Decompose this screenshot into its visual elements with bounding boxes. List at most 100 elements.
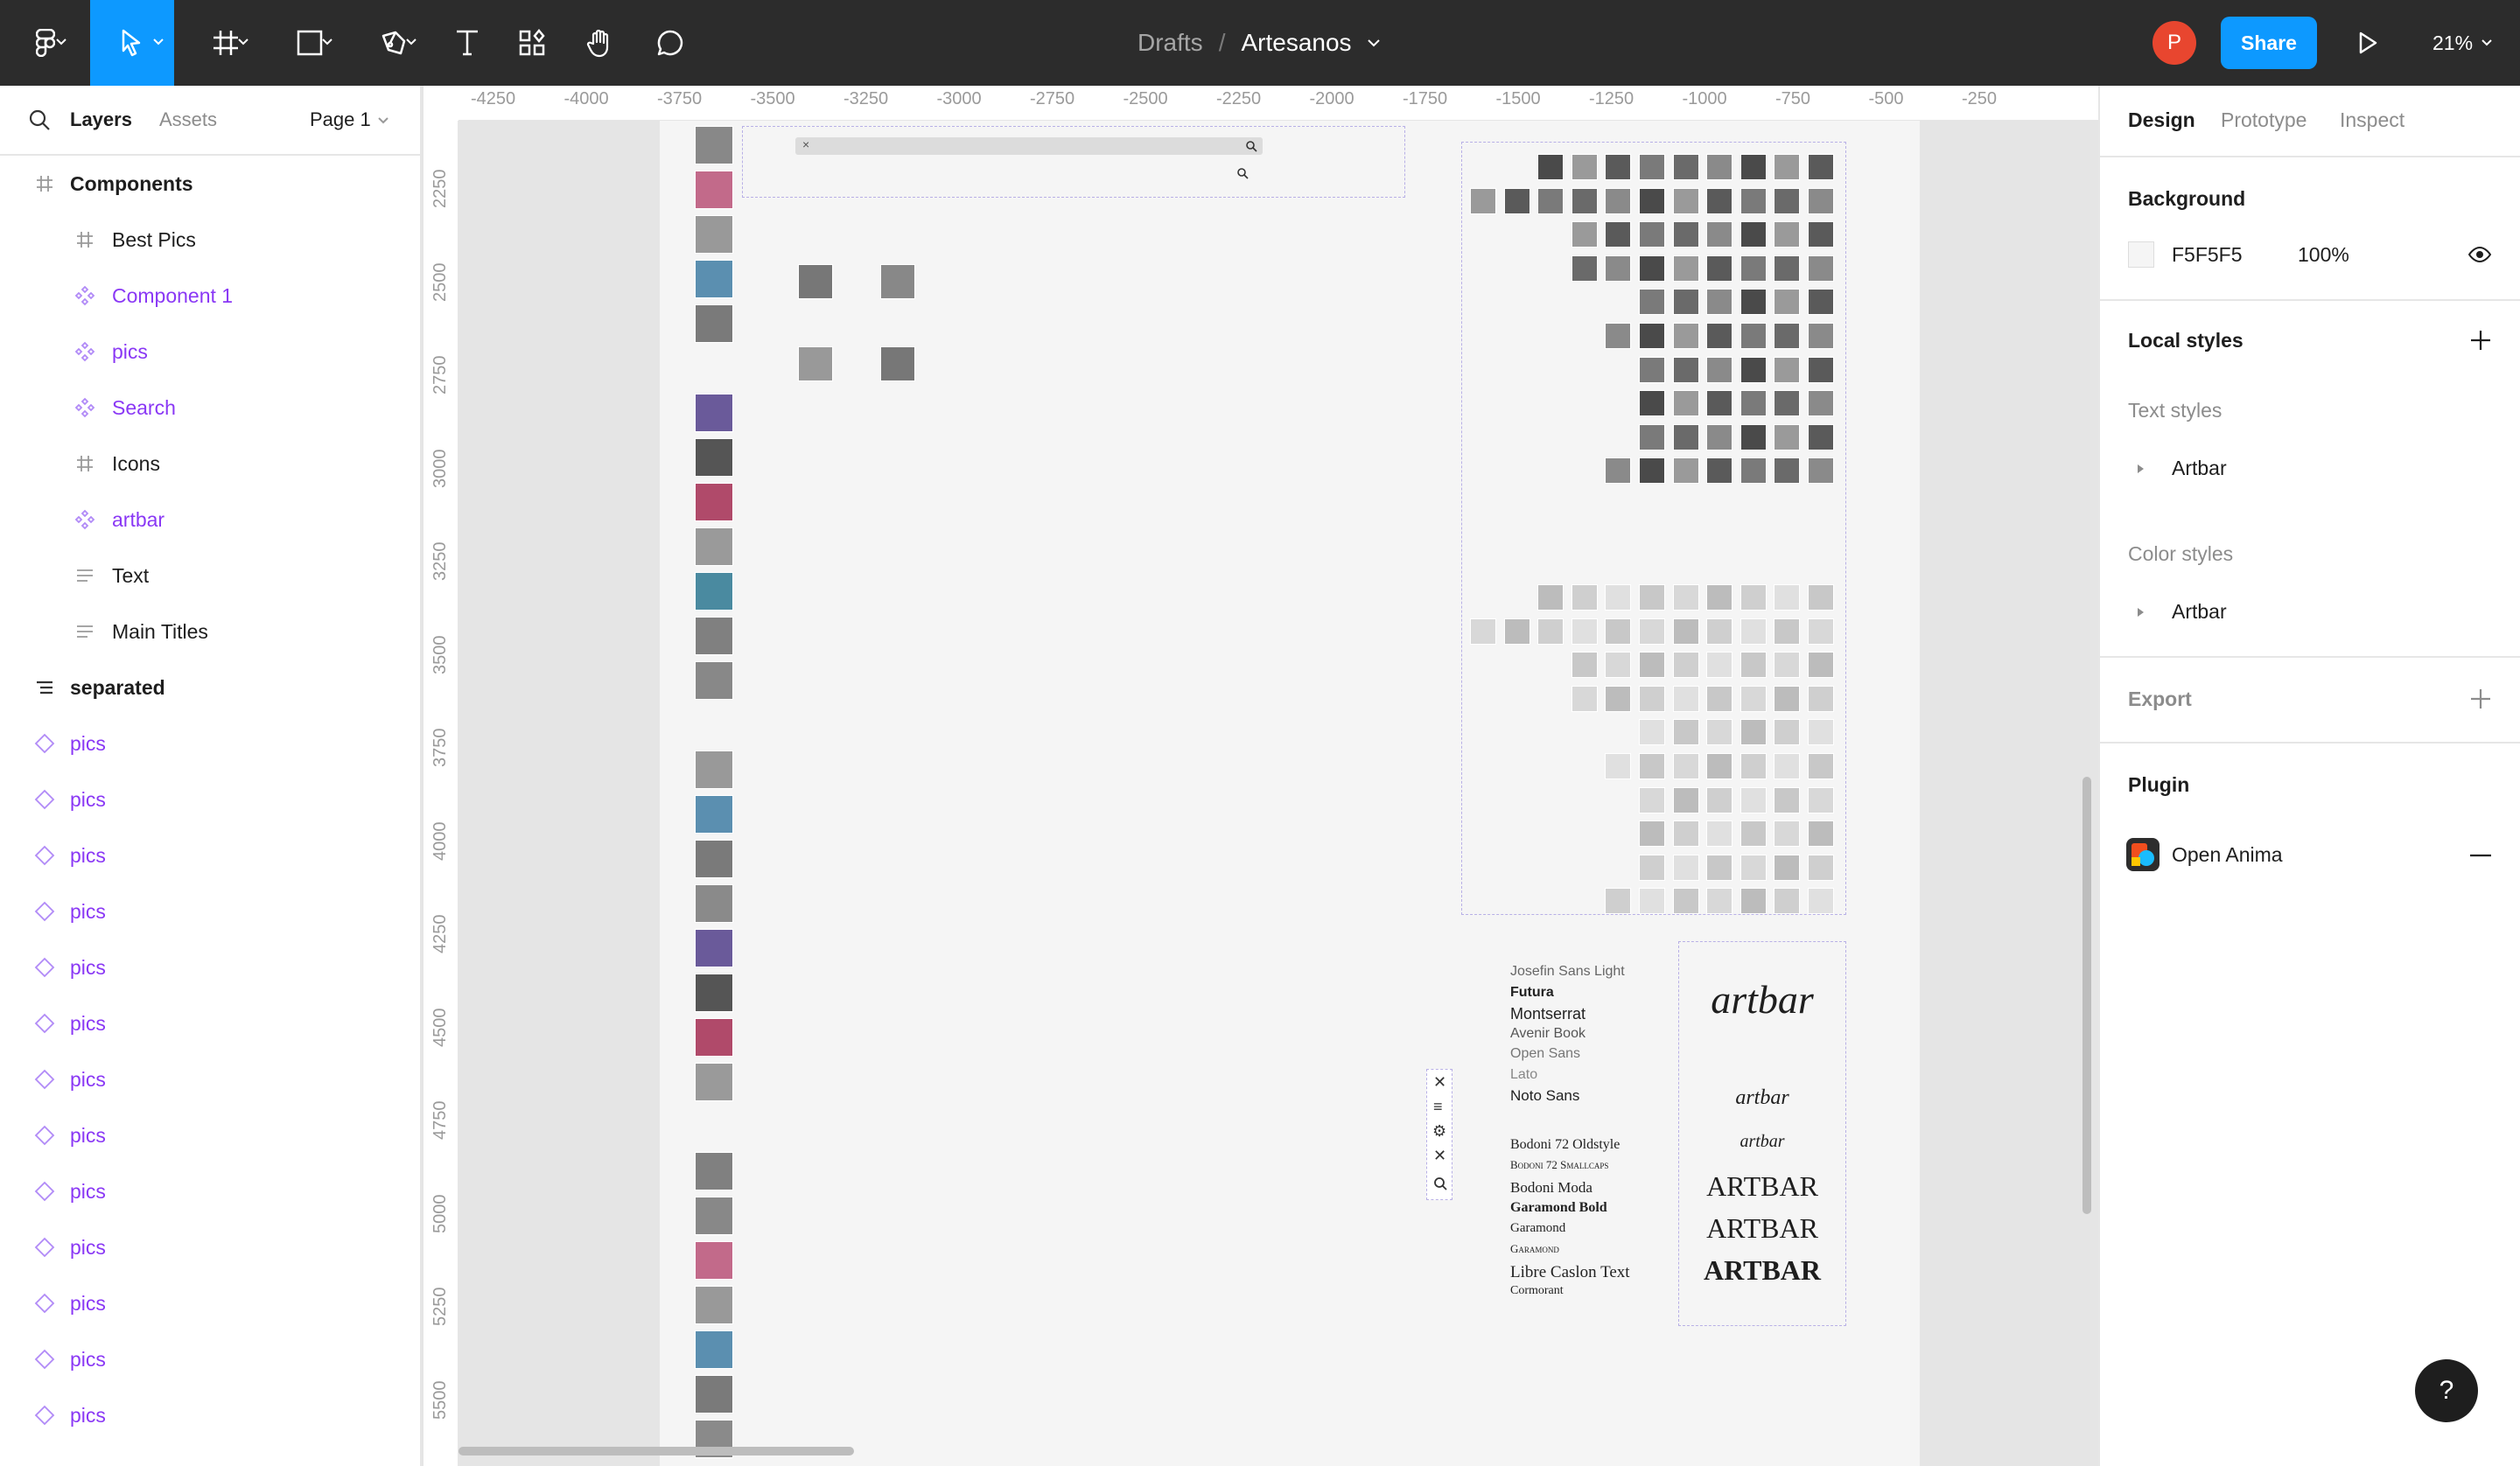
best-pic-thumbnail[interactable] [1605,221,1632,248]
font-sample-serif[interactable]: Libre Caslon Text [1510,1263,1630,1282]
pic-thumbnail[interactable] [695,483,733,521]
share-button[interactable]: Share [2221,17,2317,69]
best-pic-thumbnail[interactable] [1672,753,1699,779]
search-bar[interactable]: × [795,137,1263,155]
file-title-area[interactable]: Drafts / Artesanos [1138,0,1380,86]
best-pic-thumbnail[interactable] [1774,685,1801,712]
best-pic-thumbnail[interactable] [1672,685,1699,712]
best-pic-thumbnail[interactable] [1706,719,1733,746]
best-pic-thumbnail[interactable] [1605,323,1632,349]
best-pic-thumbnail[interactable] [1706,786,1733,813]
text-tool-button[interactable] [441,0,494,86]
best-pic-thumbnail[interactable] [1503,618,1530,645]
best-pic-thumbnail[interactable] [1774,786,1801,813]
gear-icon[interactable]: ⚙ [1432,1122,1446,1141]
best-pic-thumbnail[interactable] [1706,854,1733,881]
best-pic-thumbnail[interactable] [1808,753,1834,779]
breadcrumb-drafts[interactable]: Drafts [1138,29,1203,57]
pic-thumbnail[interactable] [695,795,733,834]
pic-thumbnail[interactable] [695,1241,733,1280]
best-pic-thumbnail[interactable] [1706,652,1733,679]
best-pic-thumbnail[interactable] [1672,820,1699,848]
best-pic-thumbnail[interactable] [1639,323,1665,349]
layer-item[interactable]: pics [0,1163,420,1219]
artbar-logo-sample[interactable]: artbar [1678,976,1846,1023]
best-pic-thumbnail[interactable] [1808,323,1834,349]
best-pic-thumbnail[interactable] [1774,289,1801,316]
layer-item[interactable]: Best Pics [0,212,420,268]
best-pic-thumbnail[interactable] [1774,154,1801,180]
pic-thumbnail[interactable] [695,438,733,477]
pen-tool-button[interactable] [362,0,425,86]
move-tool-button[interactable] [90,0,174,86]
best-pic-thumbnail[interactable] [1672,255,1699,282]
layer-item[interactable]: Text [0,548,420,604]
best-pic-thumbnail[interactable] [1706,255,1733,282]
design-canvas[interactable]: × ✕ ≡ ⚙ ✕ Josefin Sans Light Futura Montse… [424,86,2098,1466]
search-icon[interactable] [1245,140,1257,152]
layer-item[interactable]: pics [0,827,420,883]
font-sample-serif[interactable]: Bodoni 72 Oldstyle [1510,1137,1620,1153]
pic-thumbnail[interactable] [695,171,733,209]
best-pic-thumbnail[interactable] [1571,685,1598,712]
best-pic-thumbnail[interactable] [1571,187,1598,214]
tab-design[interactable]: Design [2128,108,2195,132]
best-pic-thumbnail[interactable] [1808,820,1834,848]
font-sample-serif[interactable]: Garamond Bold [1510,1200,1607,1216]
best-pic-thumbnail[interactable] [1808,289,1834,316]
best-pic-thumbnail[interactable] [1774,221,1801,248]
best-pic-thumbnail[interactable] [1774,390,1801,417]
minus-icon[interactable] [2469,854,2492,857]
best-pic-thumbnail[interactable] [1774,323,1801,349]
best-pic-thumbnail[interactable] [1605,255,1632,282]
best-pic-thumbnail[interactable] [1808,255,1834,282]
best-pic-thumbnail[interactable] [1706,618,1733,645]
best-pic-thumbnail[interactable] [1639,820,1665,848]
best-pic-thumbnail[interactable] [1672,221,1699,248]
best-pic-thumbnail[interactable] [1774,584,1801,611]
best-pic-thumbnail[interactable] [1672,423,1699,450]
best-pic-thumbnail[interactable] [1740,221,1767,248]
font-sample-sans[interactable]: Lato [1510,1067,1537,1083]
font-sample-serif[interactable]: Bodoni 72 Smallcaps [1510,1158,1608,1172]
background-opacity-value[interactable]: 100% [2298,243,2349,267]
search-icon[interactable] [28,108,51,131]
best-pic-thumbnail[interactable] [1706,289,1733,316]
best-pic-thumbnail[interactable] [1639,289,1665,316]
best-pic-thumbnail[interactable] [1740,888,1767,915]
close-icon[interactable]: ✕ [1433,1073,1446,1092]
pic-thumbnail[interactable] [695,527,733,566]
caret-right-icon[interactable] [2137,464,2146,474]
best-pic-thumbnail[interactable] [1605,888,1632,915]
best-pic-thumbnail[interactable] [1639,719,1665,746]
best-pic-thumbnail[interactable] [1706,685,1733,712]
pic-thumbnail[interactable] [695,661,733,700]
best-pic-thumbnail[interactable] [1740,786,1767,813]
best-pic-thumbnail[interactable] [1740,390,1767,417]
best-pic-thumbnail[interactable] [1774,820,1801,848]
best-pic-thumbnail[interactable] [1639,356,1665,383]
pic-thumbnail[interactable] [695,260,733,298]
best-pic-thumbnail[interactable] [1672,652,1699,679]
best-pic-thumbnail[interactable] [1740,719,1767,746]
font-sample-sans[interactable]: Futura [1510,985,1554,1001]
best-pic-thumbnail[interactable] [1672,390,1699,417]
best-pic-thumbnail[interactable] [1740,323,1767,349]
chevron-down-icon[interactable] [1367,38,1380,47]
component-thumbnail[interactable] [880,264,915,299]
pic-thumbnail[interactable] [695,750,733,789]
best-pic-thumbnail[interactable] [1774,187,1801,214]
best-pic-thumbnail[interactable] [1639,652,1665,679]
best-pic-thumbnail[interactable] [1808,618,1834,645]
page-selector[interactable]: Page 1 [310,108,371,131]
best-pic-thumbnail[interactable] [1672,356,1699,383]
vertical-scrollbar[interactable] [2082,777,2091,1214]
best-pic-thumbnail[interactable] [1740,154,1767,180]
best-pic-thumbnail[interactable] [1740,423,1767,450]
best-pic-thumbnail[interactable] [1808,854,1834,881]
best-pic-thumbnail[interactable] [1740,356,1767,383]
zoom-control[interactable]: 21% [2432,0,2492,86]
best-pic-thumbnail[interactable] [1605,187,1632,214]
best-pic-thumbnail[interactable] [1774,423,1801,450]
best-pic-thumbnail[interactable] [1571,255,1598,282]
